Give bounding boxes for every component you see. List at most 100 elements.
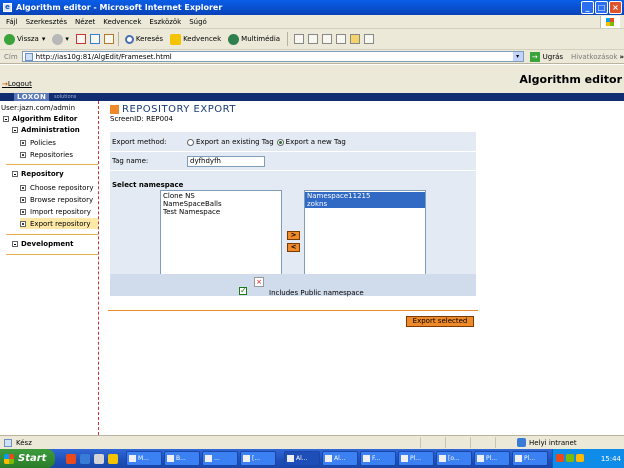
menu-help[interactable]: Súgó	[189, 18, 207, 26]
task-label: [...	[252, 455, 261, 462]
intranet-icon	[517, 438, 526, 447]
export-new-radio[interactable]	[276, 138, 284, 146]
list-item[interactable]: Namespace11215	[305, 192, 425, 200]
quicklaunch-ie-icon[interactable]	[80, 454, 90, 464]
toolbar-separator	[287, 32, 289, 46]
mail-icon[interactable]	[308, 34, 319, 44]
taskbar-item[interactable]: M...	[126, 451, 162, 466]
tray-network-icon[interactable]	[566, 454, 574, 462]
sidebar-divider	[6, 164, 98, 165]
status-text: Kész	[16, 438, 32, 447]
move-left-button[interactable]: <	[287, 243, 300, 252]
sidebar-section-development[interactable]: Development	[12, 240, 73, 248]
history-icon[interactable]	[294, 34, 305, 44]
taskbar-item[interactable]: Al...	[322, 451, 358, 466]
tray-clock[interactable]: 15:44	[601, 455, 621, 463]
search-button[interactable]: Keresés	[124, 34, 163, 44]
export-existing-label[interactable]: Export an existing Tag	[196, 138, 274, 146]
tree-root[interactable]: Algorithm Editor	[3, 115, 77, 123]
refresh-icon[interactable]	[89, 34, 100, 44]
address-label: Cím	[4, 52, 18, 61]
list-item[interactable]: zokns	[305, 200, 425, 208]
edit-icon[interactable]	[336, 34, 347, 44]
export-new-label[interactable]: Export a new Tag	[286, 138, 346, 146]
minimize-button[interactable]: _	[581, 1, 594, 14]
home-icon[interactable]	[103, 34, 114, 44]
taskbar-item[interactable]: B...	[164, 451, 200, 466]
sidebar-item-browse-repository[interactable]: Browse repository	[20, 194, 98, 205]
move-right-button[interactable]: >	[287, 231, 300, 240]
sidebar-section-administration[interactable]: Administration	[12, 126, 80, 134]
taskbar-item[interactable]: ...	[202, 451, 238, 466]
messenger-icon[interactable]	[364, 34, 375, 44]
tray-volume-icon[interactable]	[576, 454, 584, 462]
collapse-icon[interactable]	[12, 241, 18, 247]
address-input[interactable]: http://ias10g:81/AlgEdit/Frameset.html ▾	[21, 51, 524, 62]
tray-app-icon[interactable]	[556, 454, 564, 462]
page-title: REPOSITORY EXPORT	[110, 104, 236, 115]
selected-namespace-list[interactable]: Namespace11215 zokns	[304, 190, 426, 278]
collapse-icon[interactable]	[3, 116, 9, 122]
quicklaunch-folder-icon[interactable]	[108, 454, 118, 464]
sidebar-item-label: Choose repository	[30, 183, 94, 192]
sidebar-divider	[6, 234, 98, 235]
list-item[interactable]: NameSpaceBalls	[163, 200, 279, 208]
sidebar-section-repository[interactable]: Repository	[12, 170, 64, 178]
address-dropdown-icon[interactable]: ▾	[512, 52, 523, 61]
page-bullet-icon	[20, 151, 26, 158]
close-button[interactable]: ×	[609, 1, 622, 14]
back-button[interactable]: Vissza ▾	[4, 33, 45, 45]
favorites-button[interactable]: Kedvencek	[170, 33, 221, 45]
sidebar-item-import-repository[interactable]: Import repository	[20, 206, 98, 217]
start-button[interactable]: Start	[0, 449, 55, 468]
sidebar-item-repositories[interactable]: Repositories	[20, 149, 98, 160]
quicklaunch-desktop-icon[interactable]	[94, 454, 104, 464]
sidebar-item-policies[interactable]: Policies	[20, 137, 98, 148]
list-item[interactable]: Test Namespace	[163, 208, 279, 216]
taskbar-item[interactable]: Al...	[284, 451, 320, 466]
taskbar-item[interactable]: Pl...	[398, 451, 434, 466]
export-selected-button[interactable]: Export selected	[406, 316, 474, 327]
maximize-button[interactable]: □	[595, 1, 608, 14]
print-icon[interactable]	[322, 34, 333, 44]
page-bullet-icon	[20, 196, 26, 203]
taskbar-item[interactable]: F...	[360, 451, 396, 466]
folder-icon[interactable]	[350, 34, 361, 44]
forward-button[interactable]: ▾	[52, 33, 69, 45]
taskbar-item[interactable]: Pl...	[474, 451, 510, 466]
stop-icon[interactable]	[75, 34, 86, 44]
browser-toolbar: Vissza ▾ ▾ Keresés Kedvencek Multimédia	[0, 29, 624, 50]
menu-view[interactable]: Nézet	[75, 18, 95, 26]
taskbar-item[interactable]: [o...	[436, 451, 472, 466]
taskbar-item[interactable]: Pl...	[512, 451, 548, 466]
links-label[interactable]: Hivatkozások	[571, 53, 617, 61]
menu-favorites[interactable]: Kedvencek	[103, 18, 141, 26]
menu-edit[interactable]: Szerkesztés	[26, 18, 67, 26]
windows-logo	[600, 16, 620, 28]
collapse-icon[interactable]	[12, 127, 18, 133]
collapse-icon[interactable]	[12, 171, 18, 177]
taskbar-item[interactable]: [...	[240, 451, 276, 466]
go-arrow-icon: →	[529, 51, 540, 62]
menu-tools[interactable]: Eszközök	[149, 18, 181, 26]
menu-file[interactable]: Fájl	[6, 18, 18, 26]
window-title: Algorithm editor - Microsoft Internet Ex…	[16, 3, 223, 12]
export-method-label: Export method:	[112, 138, 167, 146]
export-form-panel: Export method: Export an existing Tag Ex…	[110, 132, 476, 297]
logout-link[interactable]: →Logout	[2, 80, 32, 88]
media-button[interactable]: Multimédia	[228, 33, 280, 45]
include-public-checkbox[interactable]: ✓	[239, 287, 247, 295]
status-divider	[470, 437, 471, 448]
tag-name-row: Tag name:	[110, 154, 476, 168]
page-bullet-icon	[20, 208, 26, 215]
tag-name-input[interactable]	[187, 155, 265, 167]
sidebar-item-export-repository[interactable]: Export repository	[20, 218, 98, 229]
links-chevron-icon[interactable]: »	[619, 53, 624, 61]
task-icon	[477, 455, 484, 462]
export-existing-radio[interactable]	[187, 138, 194, 146]
list-item[interactable]: Clone NS	[163, 192, 279, 200]
quicklaunch-browser-icon[interactable]	[66, 454, 76, 464]
go-button[interactable]: → Ugrás	[529, 51, 563, 62]
sidebar-item-choose-repository[interactable]: Choose repository	[20, 182, 98, 193]
available-namespace-list[interactable]: Clone NS NameSpaceBalls Test Namespace	[160, 190, 282, 278]
